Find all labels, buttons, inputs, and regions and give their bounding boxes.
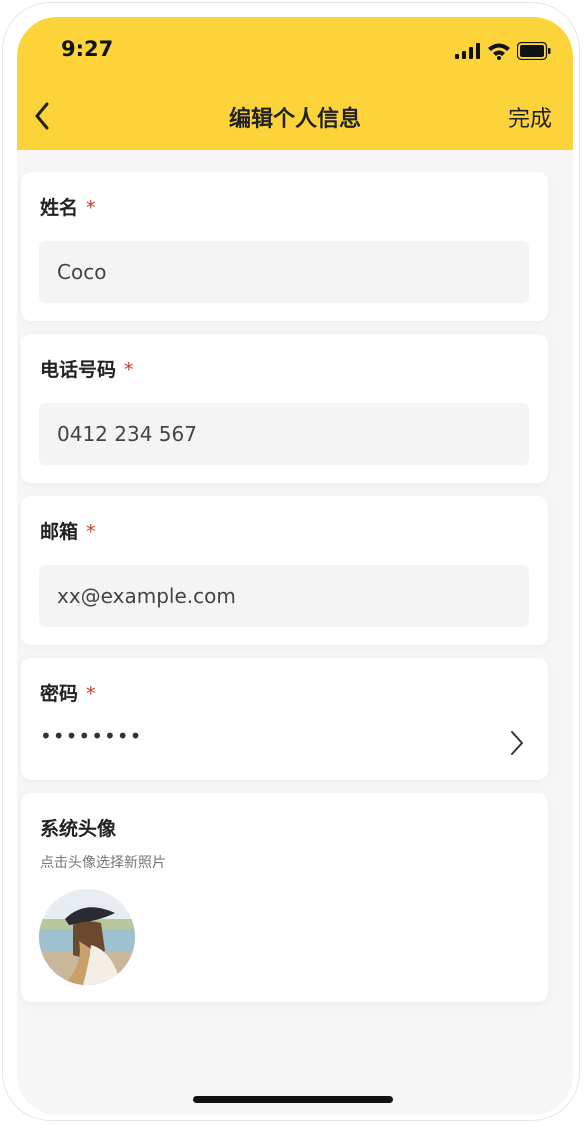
password-label: 密码 * [40,683,96,705]
signal-icon [455,43,480,59]
page-title: 编辑个人信息 [228,107,361,132]
password-chevron[interactable] [510,730,524,760]
name-label: 姓名 * [40,197,96,219]
done-button[interactable]: 完成 [508,101,552,133]
password-value: •••••••• [40,724,143,748]
required-mark: * [124,359,134,381]
phone-card: 电话号码 * 0412 234 567 [21,334,548,483]
phone-label: 电话号码 * [40,359,134,381]
status-time: 9:27 [61,37,114,61]
required-mark: * [86,683,96,705]
avatar-photo [39,889,135,985]
email-input[interactable]: xx@example.com [39,565,529,627]
required-mark: * [86,197,96,219]
avatar-label: 系统头像 [40,818,117,840]
screen: 9:27 编辑个人信息 完成 姓名 * Coco 电话号码 * 0412 234… [17,17,573,1115]
required-mark: * [86,521,96,543]
email-card: 邮箱 * xx@example.com [21,496,548,645]
phone-frame: 9:27 编辑个人信息 完成 姓名 * Coco 电话号码 * 0412 234… [2,2,580,1121]
status-icons [455,39,551,63]
wifi-icon [488,43,510,60]
name-card: 姓名 * Coco [21,172,548,321]
password-card[interactable]: 密码 * •••••••• [21,658,548,780]
avatar-card: 系统头像 点击头像选择新照片 [21,793,548,1002]
home-indicator [193,1096,393,1103]
email-label: 邮箱 * [40,521,96,543]
phone-input[interactable]: 0412 234 567 [39,403,529,465]
header: 9:27 编辑个人信息 完成 [17,17,573,150]
name-input[interactable]: Coco [39,241,529,303]
chevron-right-icon [511,731,523,755]
avatar[interactable] [39,889,135,985]
battery-icon [517,42,551,60]
avatar-hint: 点击头像选择新照片 [40,855,166,871]
